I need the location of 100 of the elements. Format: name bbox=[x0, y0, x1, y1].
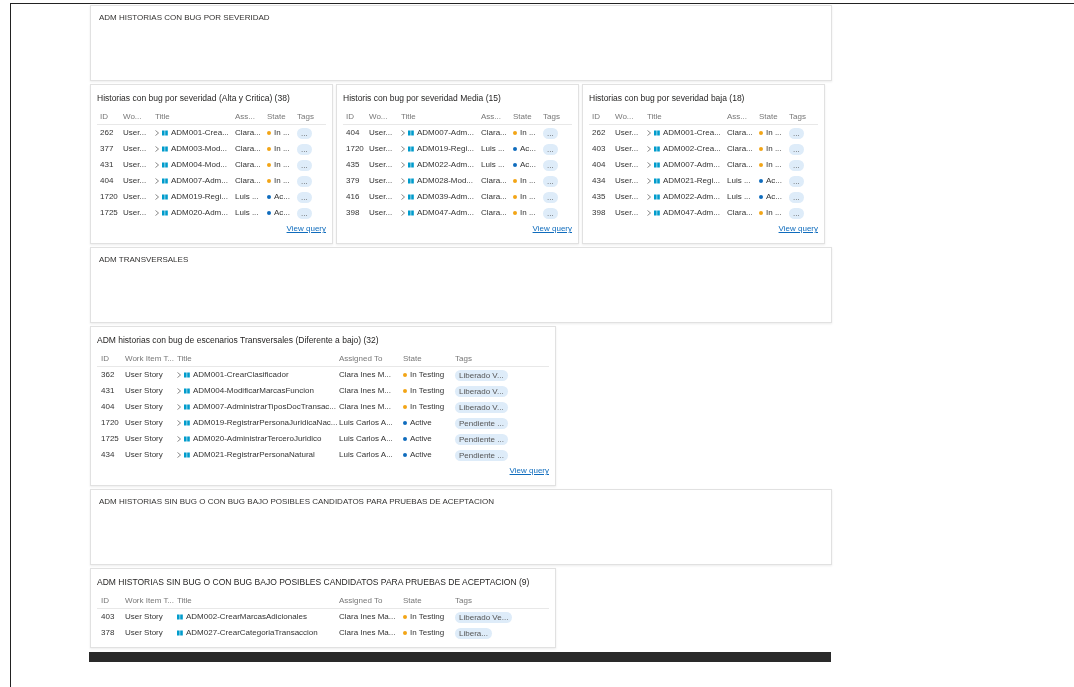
column-header[interactable]: Assigned To bbox=[339, 594, 403, 607]
column-header[interactable]: State bbox=[267, 110, 297, 123]
column-header[interactable]: Title bbox=[155, 110, 235, 123]
book-icon bbox=[184, 436, 190, 442]
table-cell-text: 379 bbox=[345, 175, 361, 187]
tag-pill: ... bbox=[789, 175, 804, 187]
table-cell-text: 404 bbox=[591, 159, 607, 171]
chevron-icon[interactable] bbox=[177, 452, 181, 458]
tag-pill: ... bbox=[789, 127, 804, 139]
column-header[interactable]: Work Item T... bbox=[125, 352, 177, 365]
column-header[interactable]: Wo... bbox=[123, 110, 155, 123]
chevron-icon[interactable] bbox=[647, 130, 651, 136]
chevron-icon[interactable] bbox=[155, 178, 159, 184]
work-item-title[interactable]: ADM002-CrearMarcasAdicionales bbox=[186, 611, 307, 623]
column-header[interactable]: ID bbox=[97, 352, 125, 365]
work-item-title[interactable]: ADM001-Crea... bbox=[171, 127, 229, 139]
chevron-icon[interactable] bbox=[177, 420, 181, 426]
chevron-icon[interactable] bbox=[401, 162, 405, 168]
column-header[interactable]: Wo... bbox=[615, 110, 647, 123]
tag-pill: Liberado V... bbox=[455, 401, 508, 413]
view-query-link[interactable]: View query bbox=[778, 223, 818, 235]
column-header[interactable]: Tags bbox=[297, 110, 325, 123]
column-header[interactable]: Title bbox=[401, 110, 481, 123]
work-item-title[interactable]: ADM007-AdministrarTiposDocTransac... bbox=[193, 401, 336, 413]
view-query-link[interactable]: View query bbox=[509, 465, 549, 477]
column-header[interactable]: Title bbox=[647, 110, 727, 123]
book-icon bbox=[162, 194, 168, 200]
chevron-icon[interactable] bbox=[177, 404, 181, 410]
work-item-title[interactable]: ADM019-RegistrarPersonaJuridicaNac... bbox=[193, 417, 338, 429]
table-cell-text: User... bbox=[369, 175, 394, 187]
work-item-title[interactable]: ADM003-Mod... bbox=[171, 143, 228, 155]
column-header[interactable]: Tags bbox=[455, 594, 517, 607]
column-header[interactable]: Ass... bbox=[235, 110, 267, 123]
work-item-title[interactable]: ADM007-Adm... bbox=[171, 175, 228, 187]
work-item-title[interactable]: ADM020-AdministrarTerceroJuridico bbox=[193, 433, 322, 445]
chevron-icon[interactable] bbox=[647, 178, 651, 184]
chevron-icon[interactable] bbox=[177, 436, 181, 442]
table-cell-text: Clara... bbox=[235, 127, 262, 139]
chevron-icon[interactable] bbox=[401, 178, 405, 184]
column-header[interactable]: State bbox=[513, 110, 543, 123]
work-item-title[interactable]: ADM001-Crea... bbox=[663, 127, 721, 139]
chevron-icon[interactable] bbox=[177, 372, 181, 378]
column-header[interactable]: Tags bbox=[789, 110, 817, 123]
column-header[interactable]: ID bbox=[97, 110, 123, 123]
column-header[interactable]: ID bbox=[97, 594, 125, 607]
book-icon bbox=[408, 194, 414, 200]
column-header[interactable]: Ass... bbox=[727, 110, 759, 123]
work-item-title[interactable]: ADM027-CrearCategoriaTransaccion bbox=[186, 627, 318, 639]
table-cell-text: User... bbox=[123, 143, 148, 155]
column-header[interactable]: Wo... bbox=[369, 110, 401, 123]
table-cell-text: User... bbox=[123, 159, 148, 171]
chevron-icon[interactable] bbox=[647, 146, 651, 152]
work-item-title[interactable]: ADM047-Adm... bbox=[417, 207, 474, 219]
work-item-title[interactable]: ADM047-Adm... bbox=[663, 207, 720, 219]
work-item-title[interactable]: ADM007-Adm... bbox=[417, 127, 474, 139]
work-item-title[interactable]: ADM002-Crea... bbox=[663, 143, 721, 155]
work-item-title[interactable]: ADM021-Regi... bbox=[663, 175, 720, 187]
chevron-icon[interactable] bbox=[647, 194, 651, 200]
column-header[interactable]: State bbox=[759, 110, 789, 123]
state-text: In ... bbox=[274, 143, 290, 155]
tag-pill: Pendiente ... bbox=[455, 449, 508, 461]
work-item-title[interactable]: ADM004-ModificarMarcasFuncion bbox=[193, 385, 314, 397]
work-item-title[interactable]: ADM019-Regi... bbox=[171, 191, 228, 203]
column-header[interactable]: Title bbox=[177, 352, 339, 365]
column-header[interactable]: Tags bbox=[455, 352, 517, 365]
table-cell-text: Clara... bbox=[727, 143, 754, 155]
work-item-title[interactable]: ADM004-Mod... bbox=[171, 159, 228, 171]
work-item-title[interactable]: ADM020-Adm... bbox=[171, 207, 228, 219]
chevron-icon[interactable] bbox=[155, 130, 159, 136]
work-item-title[interactable]: ADM021-RegistrarPersonaNatural bbox=[193, 449, 315, 461]
chevron-icon[interactable] bbox=[155, 146, 159, 152]
chevron-icon[interactable] bbox=[401, 210, 405, 216]
work-item-title[interactable]: ADM001-CrearClasificador bbox=[193, 369, 289, 381]
chevron-icon[interactable] bbox=[647, 210, 651, 216]
column-header[interactable]: Assigned To bbox=[339, 352, 403, 365]
work-item-title[interactable]: ADM039-Adm... bbox=[417, 191, 474, 203]
chevron-icon[interactable] bbox=[401, 130, 405, 136]
chevron-icon[interactable] bbox=[401, 146, 405, 152]
work-item-title[interactable]: ADM007-Adm... bbox=[663, 159, 720, 171]
chevron-icon[interactable] bbox=[177, 388, 181, 394]
column-header[interactable]: State bbox=[403, 352, 455, 365]
work-item-title[interactable]: ADM022-Adm... bbox=[663, 191, 720, 203]
column-header[interactable]: State bbox=[403, 594, 455, 607]
column-header[interactable]: Tags bbox=[543, 110, 571, 123]
chevron-icon[interactable] bbox=[155, 194, 159, 200]
column-header[interactable]: ID bbox=[343, 110, 369, 123]
chevron-icon[interactable] bbox=[155, 210, 159, 216]
column-header[interactable]: ID bbox=[589, 110, 615, 123]
chevron-icon[interactable] bbox=[647, 162, 651, 168]
table-cell-text: 431 bbox=[100, 385, 116, 397]
column-header[interactable]: Title bbox=[177, 594, 339, 607]
column-header[interactable]: Work Item T... bbox=[125, 594, 177, 607]
chevron-icon[interactable] bbox=[401, 194, 405, 200]
column-header[interactable]: Ass... bbox=[481, 110, 513, 123]
work-item-title[interactable]: ADM028-Mod... bbox=[417, 175, 474, 187]
view-query-link[interactable]: View query bbox=[532, 223, 572, 235]
work-item-title[interactable]: ADM022-Adm... bbox=[417, 159, 474, 171]
work-item-title[interactable]: ADM019-Regi... bbox=[417, 143, 474, 155]
view-query-link[interactable]: View query bbox=[286, 223, 326, 235]
chevron-icon[interactable] bbox=[155, 162, 159, 168]
